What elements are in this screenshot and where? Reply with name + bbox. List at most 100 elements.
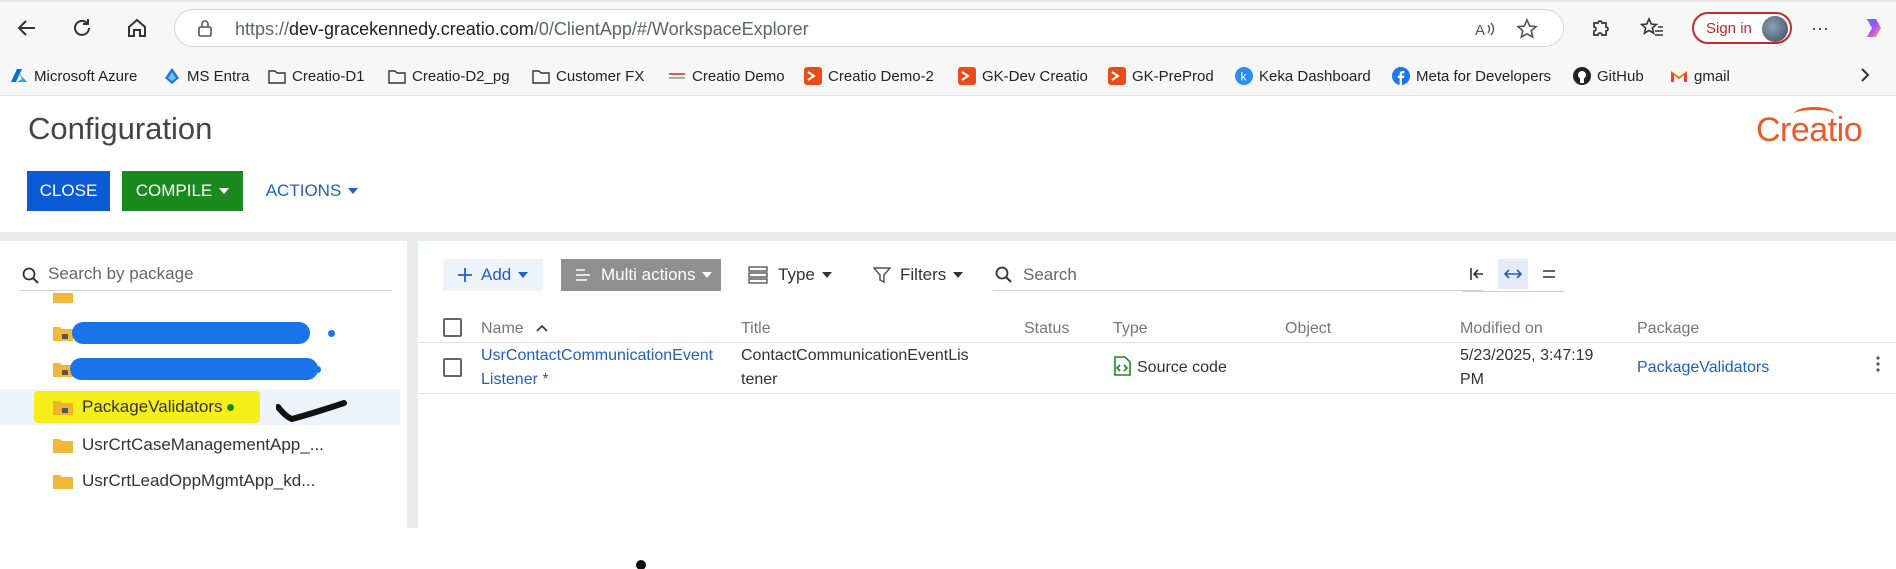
type-filter-button[interactable]: Type	[748, 259, 832, 291]
search-icon	[995, 266, 1012, 283]
column-header-title[interactable]: Title	[741, 320, 771, 338]
locked-folder-icon	[53, 401, 73, 415]
source-code-icon	[1114, 356, 1131, 376]
profile-avatar	[1762, 16, 1788, 42]
favorite-keka-dashboard[interactable]: k Keka Dashboard	[1235, 66, 1371, 86]
favorite-creatio-d2-pg[interactable]: Creatio-D2_pg	[388, 66, 510, 86]
row-menu-button[interactable]	[1876, 355, 1880, 381]
page-bottom-area	[0, 528, 1896, 569]
favorite-gmail[interactable]: gmail	[1670, 66, 1730, 86]
compile-button[interactable]: COMPILE	[122, 171, 243, 211]
refresh-icon	[74, 19, 90, 36]
chevron-down-icon	[348, 188, 359, 194]
favorite-creatio-demo-2[interactable]: Creatio Demo-2	[804, 66, 934, 86]
favorite-meta-for-developers[interactable]: Meta for Developers	[1392, 66, 1551, 86]
address-bar[interactable]: https://dev-gracekennedy.creatio.com/0/C…	[174, 9, 1564, 47]
creatio-red-icon	[804, 67, 822, 85]
row-checkbox[interactable]	[443, 358, 462, 377]
sign-in-label: Sign in	[1706, 20, 1752, 37]
column-header-package[interactable]: Package	[1637, 320, 1699, 338]
plus-icon	[458, 268, 472, 282]
view-toolbar-underline	[1462, 291, 1564, 292]
favorite-gk-dev-creatio[interactable]: GK-Dev Creatio	[958, 66, 1088, 86]
row-title: ContactCommunicationEventLis tener	[741, 347, 969, 388]
creatio-red-icon	[1108, 67, 1126, 85]
filters-button[interactable]: Filters	[873, 259, 964, 291]
extensions-button[interactable]	[1587, 14, 1615, 42]
package-tree-item[interactable]	[0, 315, 400, 351]
favorite-creatio-d1[interactable]: Creatio-D1	[268, 66, 365, 86]
site-info-icon[interactable]	[197, 19, 213, 37]
package-tree-item-cut[interactable]	[0, 293, 400, 305]
favorites-overflow-button[interactable]	[1858, 66, 1872, 89]
collapse-left-button[interactable]	[1462, 259, 1492, 289]
facebook-icon	[1392, 67, 1410, 85]
add-button[interactable]: Add	[443, 259, 543, 291]
refresh-button[interactable]	[67, 13, 97, 43]
actions-button[interactable]: ACTIONS	[262, 171, 362, 211]
sign-in-button[interactable]: Sign in	[1692, 12, 1792, 44]
grid-header: Name Title Status Type Object Modified o…	[418, 313, 1896, 343]
favorite-customer-fx[interactable]: Customer FX	[532, 66, 644, 86]
copilot-icon	[1867, 19, 1881, 37]
column-header-status[interactable]: Status	[1024, 320, 1069, 338]
github-icon	[1573, 67, 1591, 85]
copilot-button[interactable]	[1860, 14, 1888, 42]
favorite-gk-preprod[interactable]: GK-PreProd	[1108, 66, 1214, 86]
expand-width-button[interactable]	[1498, 259, 1528, 289]
package-tree-item[interactable]: UsrCrtCaseManagementApp_...	[0, 427, 400, 463]
favorite-creatio-demo[interactable]: Creatio Demo	[668, 66, 785, 86]
puzzle-icon	[1593, 20, 1609, 36]
chevron-down-icon	[702, 272, 713, 278]
select-all-checkbox[interactable]	[443, 318, 462, 337]
modified-indicator	[328, 330, 335, 337]
row-package-link[interactable]: PackageValidators	[1637, 356, 1769, 380]
package-tree-item-packagevalidators[interactable]: PackageValidators	[0, 389, 400, 425]
read-aloud-button[interactable]: A	[1473, 18, 1497, 40]
folder-icon	[53, 293, 73, 303]
locked-folder-icon	[53, 327, 73, 341]
back-arrow-icon	[17, 20, 35, 36]
sort-ascending-icon	[536, 324, 548, 332]
vertical-dots-icon	[1876, 356, 1880, 372]
home-button[interactable]	[122, 13, 152, 43]
chevron-right-icon	[1861, 68, 1870, 82]
back-button[interactable]	[12, 13, 42, 43]
table-row[interactable]: UsrContactCommunicationEvent Listener * …	[418, 343, 1896, 394]
close-button[interactable]: CLOSE	[27, 171, 110, 211]
row-name-link[interactable]: UsrContactCommunicationEvent Listener *	[481, 344, 713, 392]
keka-icon: k	[1235, 67, 1253, 85]
column-header-modified-on[interactable]: Modified on	[1460, 320, 1543, 338]
density-button[interactable]	[1534, 259, 1564, 289]
folder-icon	[53, 475, 73, 489]
url-text: https://dev-gracekennedy.creatio.com/0/C…	[235, 19, 809, 39]
package-search-input[interactable]	[48, 262, 378, 286]
redaction-scribble	[70, 358, 318, 380]
favorite-github[interactable]: GitHub	[1573, 66, 1644, 86]
search-icon	[22, 267, 39, 284]
favorite-star-button[interactable]	[1515, 18, 1539, 40]
settings-more-button[interactable]: ···	[1806, 14, 1834, 42]
chevron-down-icon	[953, 272, 964, 278]
favorites-bar: Microsoft Azure MS Entra Creatio-D1 Crea…	[0, 56, 1896, 96]
column-header-name[interactable]: Name	[481, 320, 548, 338]
package-tree-item[interactable]: UsrCrtLeadOppMgmtApp_kd...	[0, 463, 400, 499]
creatio-red-icon	[958, 67, 976, 85]
svg-text:A: A	[1475, 22, 1485, 38]
row-modified-on: 5/23/2025, 3:47:19 PM	[1460, 347, 1594, 388]
page-header: Configuration Creatio CLOSE COMPILE ACTI…	[0, 97, 1896, 232]
column-header-type[interactable]: Type	[1113, 320, 1148, 338]
favorites-button[interactable]	[1638, 14, 1666, 42]
read-aloud-icon: A	[1475, 22, 1495, 38]
schema-search-input[interactable]	[1023, 263, 1443, 287]
multi-actions-button[interactable]: Multi actions	[561, 259, 721, 291]
chevron-down-icon	[821, 272, 832, 278]
folder-icon	[532, 70, 550, 84]
expand-horizontal-icon	[1504, 269, 1522, 279]
more-icon: ···	[1811, 17, 1829, 38]
favorite-ms-entra[interactable]: MS Entra	[163, 66, 250, 86]
column-header-object[interactable]: Object	[1285, 320, 1331, 338]
logo-arc	[1794, 107, 1834, 121]
package-tree-item[interactable]	[0, 351, 400, 387]
favorite-microsoft-azure[interactable]: Microsoft Azure	[10, 66, 137, 86]
